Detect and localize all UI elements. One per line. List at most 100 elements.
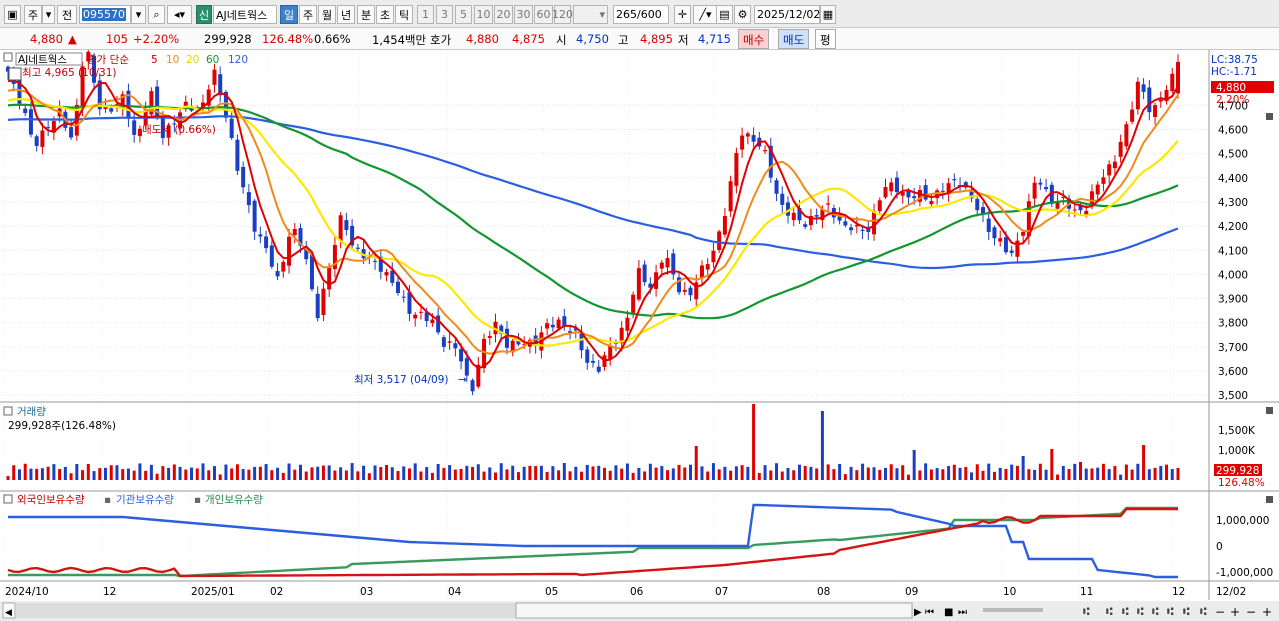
volume-bar (625, 463, 629, 480)
volume-bar (780, 471, 784, 480)
period-button[interactable]: 주 (24, 5, 42, 24)
panel-close-icon[interactable] (1266, 113, 1273, 120)
candle (860, 229, 865, 231)
volume-percent: 126.48% (262, 32, 314, 46)
dropdown-arrow-icon[interactable]: ▾ (42, 5, 55, 24)
plus-icon[interactable]: + (1230, 605, 1240, 619)
volume-bar (671, 468, 675, 480)
tab-tick[interactable]: 틱 (395, 5, 413, 24)
candle (1003, 237, 1008, 253)
chart-type-icon[interactable] (8, 67, 22, 81)
tool-icon[interactable]: ⑆ (1183, 605, 1190, 618)
candle (292, 229, 297, 236)
candle (659, 262, 664, 269)
scroll-thumb[interactable] (515, 602, 913, 619)
stop-icon[interactable]: ■ (944, 607, 953, 618)
average-button[interactable]: 평 (815, 29, 836, 49)
interval-20[interactable]: 20 (494, 5, 513, 24)
tool-icon[interactable]: ⑆ (1167, 605, 1174, 618)
chart-area[interactable]: AJ네트웍스 종가 단순 5 10 20 60 120 최고 4,965 (10… (0, 50, 1279, 621)
sell-button[interactable]: 매도 (778, 29, 810, 49)
buy-button[interactable]: 매수 (738, 29, 770, 49)
volume-bar (826, 464, 830, 480)
tab-year[interactable]: 년 (337, 5, 355, 24)
interval-dropdown[interactable]: ▾ (573, 5, 608, 24)
candle (504, 328, 509, 348)
prev-button[interactable]: 전 (57, 5, 77, 24)
volume-bar (522, 466, 526, 480)
interval-10[interactable]: 10 (474, 5, 493, 24)
tool-icon[interactable]: ⑆ (1200, 605, 1207, 618)
candle (1038, 182, 1043, 185)
zoom-track[interactable] (983, 608, 1043, 612)
candle (373, 260, 378, 262)
volume-bar (740, 465, 744, 480)
hoga-ask: 4,880 (466, 32, 499, 46)
date-field[interactable]: 2025/12/02 (754, 5, 820, 24)
panel-box-icon[interactable] (3, 494, 13, 504)
plus-icon[interactable]: + (1262, 605, 1272, 619)
tool-icon[interactable]: ⑆ (1083, 605, 1090, 618)
tab-day[interactable]: 일 (280, 5, 298, 24)
chart-tools-icon[interactable]: ╱▾ (693, 5, 718, 24)
volume-bar (1038, 463, 1042, 480)
tab-second[interactable]: 초 (376, 5, 394, 24)
candle (728, 181, 733, 212)
panel-close-icon[interactable] (1266, 496, 1273, 503)
tool-icon[interactable]: ⑆ (1122, 605, 1129, 618)
volume-bar (683, 467, 687, 480)
ma-title: 종가 단순 (87, 54, 129, 66)
panel-box-icon[interactable] (3, 52, 13, 62)
volume-bar (1021, 456, 1025, 480)
search-icon[interactable]: ⌕ (148, 5, 165, 24)
volume-bar (304, 471, 308, 480)
speaker-icon[interactable]: ◂▾ (167, 5, 192, 24)
trade-amount: 1,454백만 (372, 33, 427, 47)
candle (1032, 182, 1037, 199)
settings-icon[interactable]: ⚙ (734, 5, 751, 24)
scroll-first-icon[interactable]: ⏮ (925, 607, 934, 618)
count-field[interactable]: 265/600 (613, 5, 669, 24)
candle (774, 180, 779, 194)
candle (235, 139, 240, 171)
sin-badge[interactable]: 신 (196, 5, 212, 24)
scroll-right-icon[interactable]: ▶ (914, 607, 922, 618)
candle (740, 135, 745, 150)
minus-icon[interactable]: − (1215, 605, 1225, 619)
volume-bar (1153, 467, 1157, 480)
volume-bar (132, 470, 136, 480)
panel-close-icon[interactable] (1266, 407, 1273, 414)
code-dropdown-icon[interactable]: ▾ (131, 5, 146, 24)
candle (1101, 177, 1106, 184)
high-label: 고 (618, 33, 629, 47)
panel-box-icon[interactable] (3, 406, 13, 416)
interval-3[interactable]: 3 (436, 5, 453, 24)
tab-month[interactable]: 월 (318, 5, 336, 24)
tab-week[interactable]: 주 (299, 5, 317, 24)
stock-code-input[interactable]: 095570 (79, 5, 131, 24)
interval-1[interactable]: 1 (417, 5, 434, 24)
interval-5[interactable]: 5 (455, 5, 472, 24)
crosshair-icon[interactable]: ✛ (674, 5, 691, 24)
interval-30[interactable]: 30 (514, 5, 533, 24)
calendar-icon[interactable]: ▦ (820, 5, 836, 24)
open-label: 시 (556, 33, 567, 47)
tab-minute[interactable]: 분 (357, 5, 375, 24)
save-icon[interactable]: ▤ (716, 5, 733, 24)
tool-icon[interactable]: ⑆ (1152, 605, 1159, 618)
volume-bar (918, 470, 922, 480)
minus-icon[interactable]: − (1246, 605, 1256, 619)
tool-icon[interactable]: ⑆ (1137, 605, 1144, 618)
volume-bar (585, 464, 589, 480)
legend-dot: ▪ (194, 494, 201, 506)
volume-bar (952, 464, 956, 480)
layout-icon[interactable]: ▣ (4, 5, 21, 24)
interval-60[interactable]: 60 (534, 5, 553, 24)
candle (34, 136, 39, 146)
volume-bar (442, 467, 446, 480)
candle (1021, 231, 1026, 236)
candle (338, 215, 343, 241)
interval-120[interactable]: 120 (552, 5, 573, 24)
tool-icon[interactable]: ⑆ (1106, 605, 1113, 618)
scroll-last-icon[interactable]: ⏭ (958, 607, 967, 618)
